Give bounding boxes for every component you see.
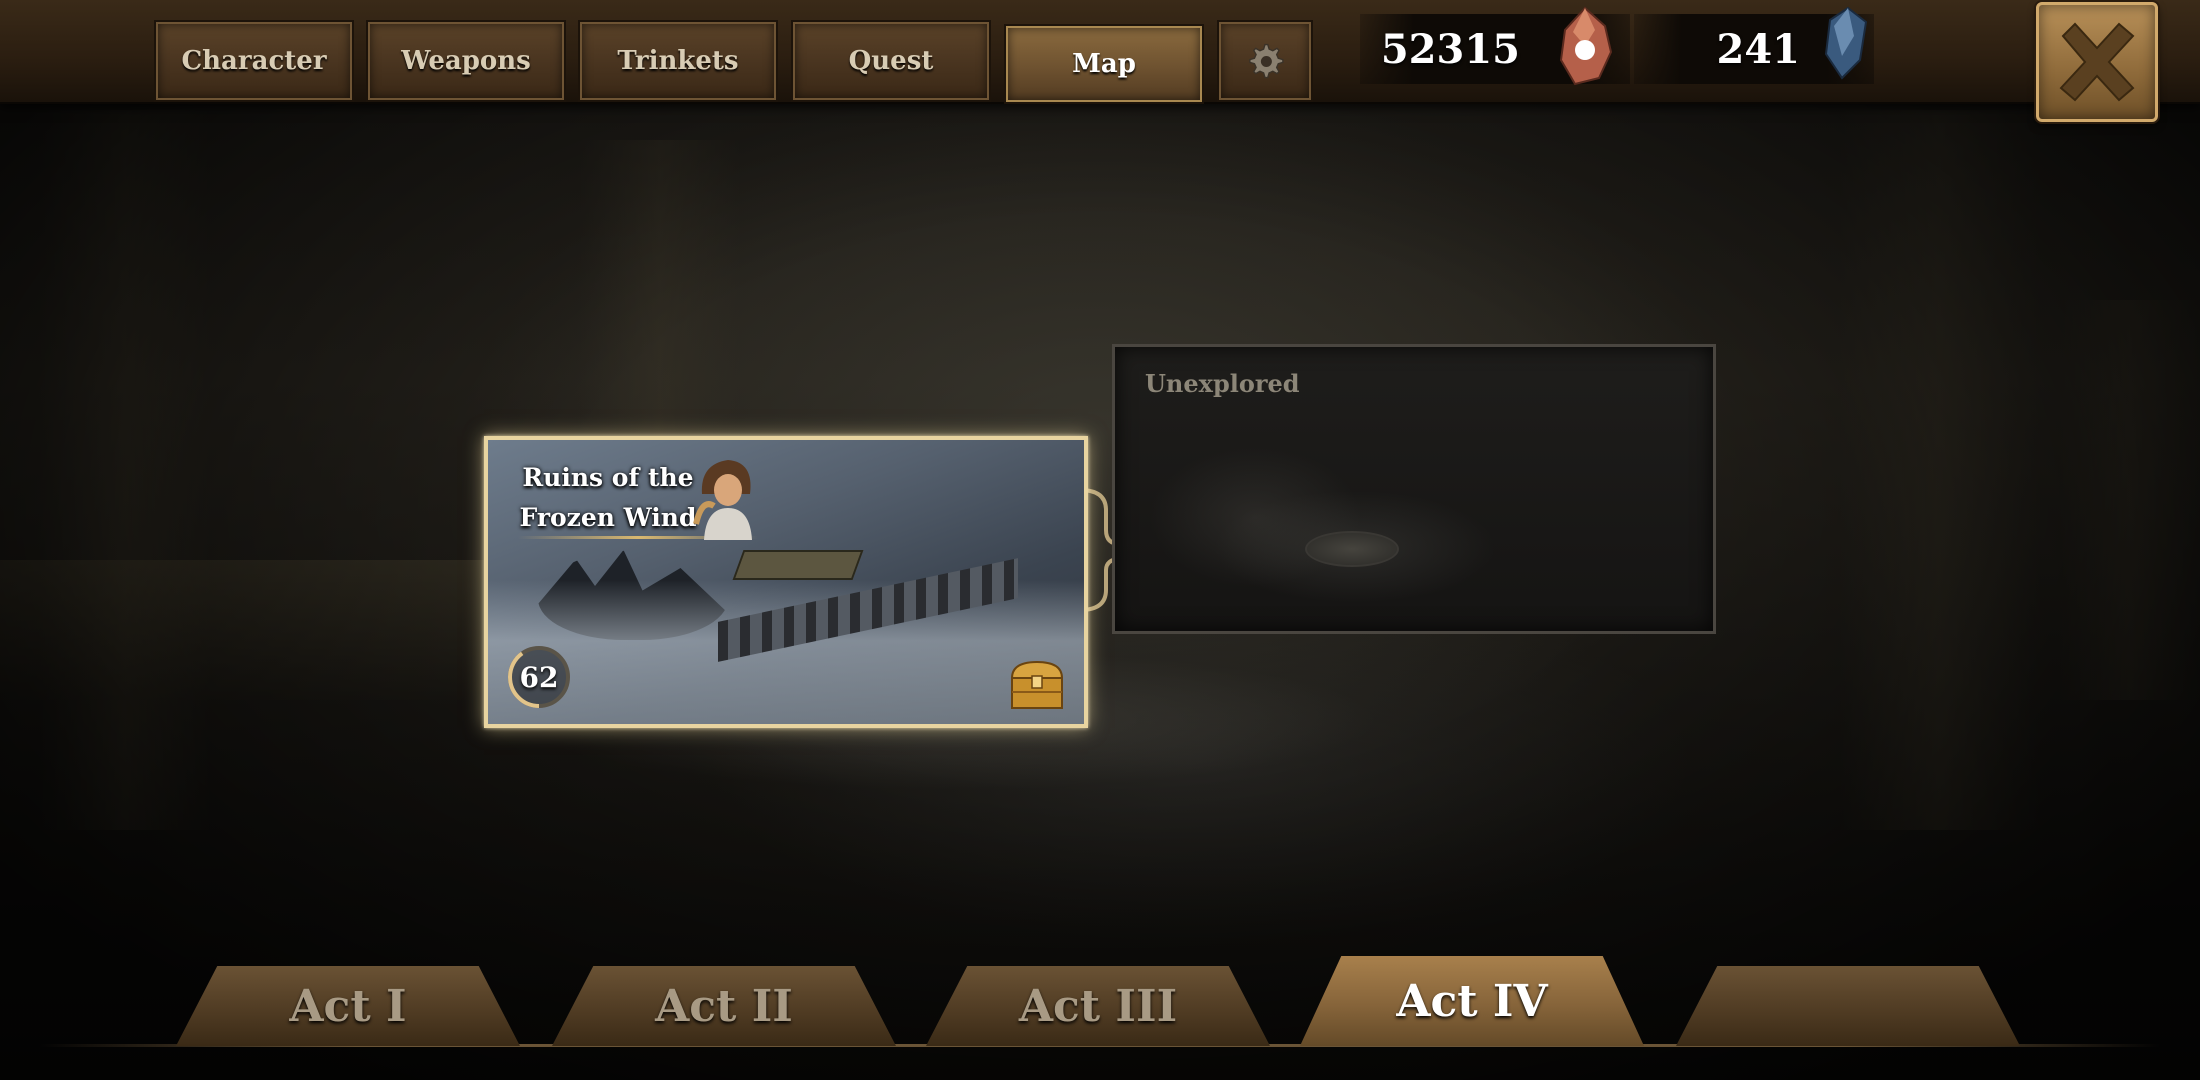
tab-map[interactable]: Map: [1006, 26, 1202, 102]
act-tab-1[interactable]: Act I: [176, 966, 520, 1046]
act-tab-2[interactable]: Act II: [552, 966, 896, 1046]
level-title-line2: Frozen Wind: [519, 503, 697, 532]
act-tab-label: Act III: [1018, 980, 1178, 1032]
ore-gem-icon: [1559, 6, 1613, 86]
act-tab-label: Act I: [289, 980, 407, 1032]
level-card-locked: Unexplored: [1112, 344, 1716, 634]
close-button[interactable]: [2036, 2, 2158, 122]
tab-character[interactable]: Character: [156, 22, 352, 100]
level-number: 62: [519, 660, 559, 694]
settings-button[interactable]: [1219, 22, 1311, 100]
level-title-line1: Ruins of the: [522, 463, 694, 492]
top-nav-bar: Character Weapons Trinkets Quest Map 523…: [0, 0, 2200, 122]
gear-icon: [1249, 43, 1284, 79]
blue-crystal-icon: [1824, 6, 1868, 80]
act-tab-5[interactable]: [1676, 966, 2020, 1046]
tab-weapons[interactable]: Weapons: [368, 22, 564, 100]
level-card-current[interactable]: Ruins of the Frozen Wind 62: [484, 436, 1088, 728]
act-tab-label: Act IV: [1396, 975, 1548, 1027]
hero-portrait-icon: [693, 460, 752, 540]
tab-quest[interactable]: Quest: [793, 22, 989, 100]
act-tab-4[interactable]: Act IV: [1300, 956, 1644, 1046]
gold-value: 52315: [1380, 25, 1520, 73]
tab-trinkets[interactable]: Trinkets: [580, 22, 776, 100]
crystal-value: 241: [1716, 25, 1801, 73]
act-tab-label: Act II: [655, 980, 793, 1032]
close-x-icon: [2059, 22, 2135, 102]
locked-disc: [1305, 531, 1399, 567]
level-title: Ruins of the Frozen Wind: [508, 458, 708, 538]
act-tab-3[interactable]: Act III: [926, 966, 1270, 1046]
unexplored-label: Unexplored: [1145, 369, 1300, 398]
stone-platform: [732, 550, 864, 580]
treasure-chest-icon[interactable]: [1008, 658, 1066, 710]
